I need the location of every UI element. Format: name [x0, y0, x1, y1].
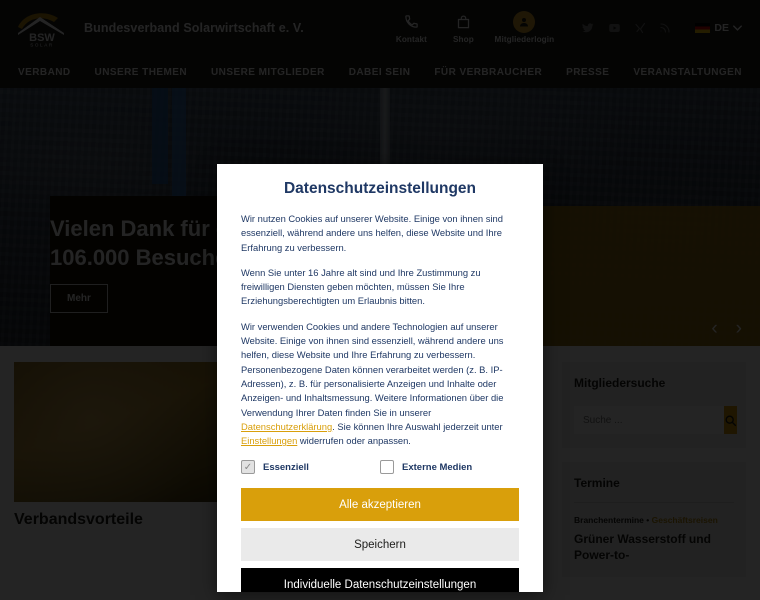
dialog-paragraph-1: Wir nutzen Cookies auf unserer Website. … — [241, 213, 503, 253]
settings-link[interactable]: Einstellungen — [241, 435, 297, 446]
dialog-paragraph-3: Wir verwenden Cookies und andere Technol… — [241, 320, 519, 449]
individual-settings-button[interactable]: Individuelle Datenschutzeinstellungen — [241, 568, 519, 592]
checkbox-essenziell[interactable]: ✓ — [241, 460, 255, 475]
accept-all-button[interactable]: Alle akzeptieren — [241, 488, 519, 522]
consent-option-externe-medien[interactable]: Externe Medien — [380, 460, 519, 475]
consent-option-label: Essenziell — [263, 461, 309, 473]
consent-option-label: Externe Medien — [402, 461, 473, 473]
dialog-paragraph-3-b: . Sie können Ihre Auswahl jederzeit unte… — [332, 420, 503, 432]
consent-options: ✓ Essenziell Externe Medien — [241, 460, 519, 475]
checkbox-externe-medien[interactable] — [380, 460, 394, 475]
dialog-paragraph-2: Wenn Sie unter 16 Jahre alt sind und Ihr… — [241, 266, 481, 307]
dialog-paragraph-3-a: Wir verwenden Cookies und andere Technol… — [241, 320, 504, 418]
page-root: BSW SOLAR Bundesverband Solarwirtschaft … — [0, 0, 760, 600]
consent-option-essenziell[interactable]: ✓ Essenziell — [241, 460, 380, 475]
dialog-actions: Alle akzeptieren Speichern Individuelle … — [241, 488, 519, 592]
save-button[interactable]: Speichern — [241, 528, 519, 562]
dialog-paragraph-3-c: widerrufen oder anpassen. — [297, 435, 411, 447]
privacy-settings-dialog: Datenschutzeinstellungen Wir nutzen Cook… — [217, 164, 543, 592]
dialog-title: Datenschutzeinstellungen — [283, 180, 477, 197]
privacy-policy-link[interactable]: Datenschutzerklärung — [241, 421, 332, 432]
